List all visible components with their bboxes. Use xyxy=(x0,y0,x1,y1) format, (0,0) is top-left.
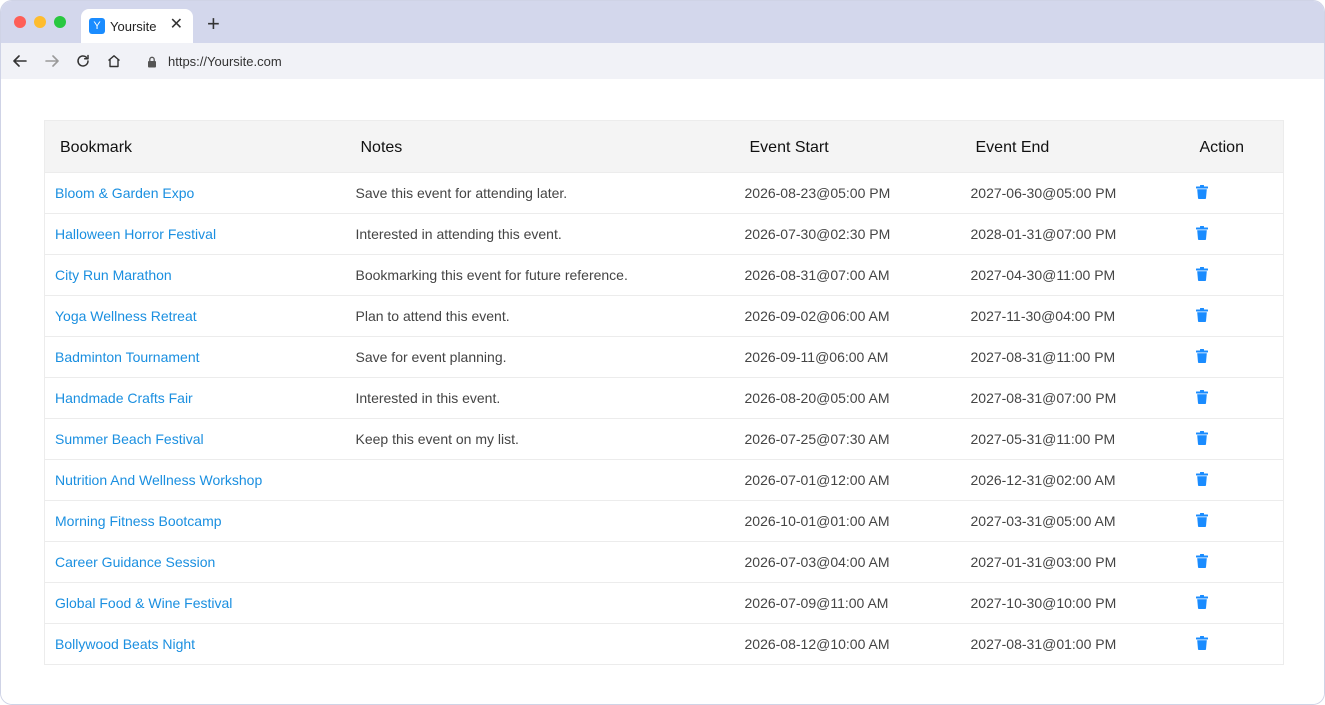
event-end-cell: 2027-08-31@07:00 PM xyxy=(970,390,1117,406)
notes-cell: Interested in attending this event. xyxy=(355,226,562,242)
trash-icon[interactable] xyxy=(1195,184,1208,202)
header-notes: Notes xyxy=(360,138,403,156)
browser-window: Y Yoursite ✕ + https://Yoursite.com Book… xyxy=(0,0,1325,705)
trash-icon[interactable] xyxy=(1195,389,1208,407)
event-start-cell: 2026-08-31@07:00 AM xyxy=(744,267,890,283)
table-row: Summer Beach Festival Keep this event on … xyxy=(44,418,1284,460)
bookmark-link[interactable]: Halloween Horror Festival xyxy=(55,226,216,242)
address-bar: https://Yoursite.com xyxy=(1,43,1324,79)
event-start-cell: 2026-09-11@06:00 AM xyxy=(744,349,889,365)
bookmark-link[interactable]: Morning Fitness Bootcamp xyxy=(55,513,222,529)
favicon-icon: Y xyxy=(89,18,105,34)
trash-icon[interactable] xyxy=(1195,635,1208,653)
tab-title: Yoursite xyxy=(110,18,157,34)
table-row: Global Food & Wine Festival 2026-07-09@11… xyxy=(44,582,1284,624)
reload-icon[interactable] xyxy=(74,52,92,70)
tab-close-icon[interactable]: ✕ xyxy=(170,17,183,33)
notes-cell xyxy=(345,501,735,542)
event-start-cell: 2026-07-03@04:00 AM xyxy=(744,554,890,570)
notes-cell: Keep this event on my list. xyxy=(355,431,519,447)
bookmark-link[interactable]: Summer Beach Festival xyxy=(55,431,204,447)
new-tab-plus-icon[interactable]: + xyxy=(207,13,220,35)
bookmark-link[interactable]: Handmade Crafts Fair xyxy=(55,390,193,406)
header-bookmark: Bookmark xyxy=(60,138,133,156)
table-row: Badminton Tournament Save for event plann… xyxy=(44,336,1284,378)
table-row: Nutrition And Wellness Workshop 2026-07-0… xyxy=(44,459,1284,501)
home-icon[interactable] xyxy=(105,52,123,70)
trash-icon[interactable] xyxy=(1195,307,1208,325)
trash-icon[interactable] xyxy=(1195,225,1208,243)
table-row: Handmade Crafts Fair Interested in this e… xyxy=(44,377,1284,419)
event-end-cell: 2027-11-30@04:00 PM xyxy=(970,308,1116,324)
event-start-cell: 2026-10-01@01:00 AM xyxy=(744,513,890,529)
bookmark-link[interactable]: Badminton Tournament xyxy=(55,349,200,365)
trash-icon[interactable] xyxy=(1195,594,1208,612)
notes-cell: Bookmarking this event for future refere… xyxy=(355,267,628,283)
trash-icon[interactable] xyxy=(1195,553,1208,571)
table-row: Morning Fitness Bootcamp 2026-10-01@01:00… xyxy=(44,500,1284,542)
minimize-window-button[interactable] xyxy=(34,16,46,28)
bookmark-link[interactable]: Nutrition And Wellness Workshop xyxy=(55,472,262,488)
tab-strip: Y Yoursite ✕ + xyxy=(1,1,1324,43)
back-arrow-icon[interactable] xyxy=(11,52,29,70)
event-end-cell: 2028-01-31@07:00 PM xyxy=(970,226,1117,242)
tab-yoursite[interactable]: Y Yoursite ✕ xyxy=(81,9,193,43)
trash-icon[interactable] xyxy=(1195,430,1208,448)
notes-cell: Interested in this event. xyxy=(355,390,501,406)
notes-cell xyxy=(345,542,735,583)
event-start-cell: 2026-08-12@10:00 AM xyxy=(744,636,890,652)
notes-cell xyxy=(345,460,735,501)
table-row: Halloween Horror Festival Interested in a… xyxy=(44,213,1284,255)
page-content: Bookmark Notes Event Start Event End Act… xyxy=(1,79,1324,704)
bookmark-link[interactable]: Global Food & Wine Festival xyxy=(55,595,232,611)
notes-cell: Save for event planning. xyxy=(355,349,507,365)
table-row: Yoga Wellness Retreat Plan to attend this… xyxy=(44,295,1284,337)
notes-cell xyxy=(345,583,735,624)
header-event-end: Event End xyxy=(975,138,1050,156)
close-window-button[interactable] xyxy=(14,16,26,28)
event-start-cell: 2026-07-09@11:00 AM xyxy=(744,595,889,611)
event-start-cell: 2026-07-01@12:00 AM xyxy=(744,472,890,488)
header-action: Action xyxy=(1199,138,1244,156)
event-end-cell: 2027-08-31@11:00 PM xyxy=(970,349,1116,365)
event-end-cell: 2027-01-31@03:00 PM xyxy=(970,554,1117,570)
trash-icon[interactable] xyxy=(1195,266,1208,284)
bookmark-link[interactable]: Bollywood Beats Night xyxy=(55,636,195,652)
notes-cell: Plan to attend this event. xyxy=(355,308,510,324)
event-start-cell: 2026-07-25@07:30 AM xyxy=(744,431,890,447)
forward-arrow-icon[interactable] xyxy=(43,52,61,70)
event-start-cell: 2026-08-23@05:00 PM xyxy=(744,185,891,201)
table-header-row: Bookmark Notes Event Start Event End Act… xyxy=(44,120,1284,173)
table-row: Career Guidance Session 2026-07-03@04:00 … xyxy=(44,541,1284,583)
url-field[interactable]: https://Yoursite.com xyxy=(168,54,282,69)
header-event-start: Event Start xyxy=(749,138,829,156)
event-end-cell: 2026-12-31@02:00 AM xyxy=(970,472,1116,488)
event-end-cell: 2027-04-30@11:00 PM xyxy=(970,267,1116,283)
trash-icon[interactable] xyxy=(1195,471,1208,489)
bookmark-link[interactable]: Bloom & Garden Expo xyxy=(55,185,194,201)
lock-icon xyxy=(147,55,157,73)
event-end-cell: 2027-06-30@05:00 PM xyxy=(970,185,1117,201)
event-end-cell: 2027-08-31@01:00 PM xyxy=(970,636,1117,652)
trash-icon[interactable] xyxy=(1195,512,1208,530)
event-start-cell: 2026-09-02@06:00 AM xyxy=(744,308,890,324)
event-end-cell: 2027-10-30@10:00 PM xyxy=(970,595,1117,611)
maximize-window-button[interactable] xyxy=(54,16,66,28)
event-end-cell: 2027-05-31@11:00 PM xyxy=(970,431,1116,447)
event-start-cell: 2026-08-20@05:00 AM xyxy=(744,390,890,406)
bookmark-link[interactable]: Career Guidance Session xyxy=(55,554,215,570)
table-row: City Run Marathon Bookmarking this event … xyxy=(44,254,1284,296)
notes-cell xyxy=(345,624,735,665)
event-start-cell: 2026-07-30@02:30 PM xyxy=(744,226,891,242)
bookmark-link[interactable]: City Run Marathon xyxy=(55,267,172,283)
notes-cell: Save this event for attending later. xyxy=(355,185,568,201)
bookmark-link[interactable]: Yoga Wellness Retreat xyxy=(55,308,197,324)
event-end-cell: 2027-03-31@05:00 AM xyxy=(970,513,1116,529)
table-row: Bollywood Beats Night 2026-08-12@10:00 AM… xyxy=(44,623,1284,665)
table-row: Bloom & Garden Expo Save this event for a… xyxy=(44,172,1284,214)
bookmarks-table: Bookmark Notes Event Start Event End Act… xyxy=(44,120,1284,665)
trash-icon[interactable] xyxy=(1195,348,1208,366)
